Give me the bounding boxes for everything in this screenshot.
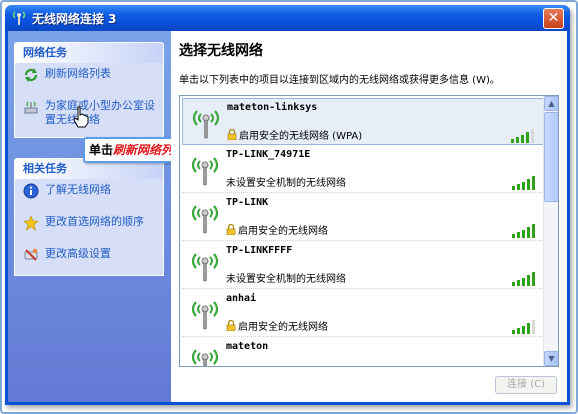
wireless-antenna-icon	[191, 253, 219, 282]
change-advanced-settings-link[interactable]: 更改高级设置	[15, 243, 163, 275]
network-ssid: TP-LINK_74971E	[226, 149, 311, 160]
callout-prefix: 单击	[89, 143, 114, 157]
close-icon: ✕	[547, 10, 560, 26]
refresh-network-list-label: 刷新网络列表	[45, 67, 111, 80]
refresh-network-list-link[interactable]: 刷新网络列表	[15, 63, 163, 95]
network-setup-icon	[24, 101, 38, 114]
signal-strength-icon	[511, 129, 534, 143]
lock-icon	[227, 129, 237, 140]
network-status: 启用安全的无线网络	[226, 318, 328, 333]
network-item-mateton-linksys[interactable]: mateton-linksys 启用安全的无线网络 (WPA)	[182, 98, 544, 145]
signal-strength-icon	[512, 272, 535, 286]
wireless-connection-window: 无线网络连接 3 ✕ 网络任务 刷新网络列表 为家庭或小型办公室设置无线网络 相…	[5, 5, 570, 405]
network-item-tp-linkffff[interactable]: TP-LINKFFFF 未设置安全机制的无线网络	[182, 242, 544, 289]
learn-wireless-link[interactable]: 了解无线网络	[15, 179, 163, 211]
change-advanced-settings-label: 更改高级设置	[45, 247, 111, 260]
title-bar[interactable]: 无线网络连接 3 ✕	[5, 5, 570, 31]
star-icon	[23, 215, 39, 231]
main-pane: 选择无线网络 单击以下列表中的项目以连接到区域内的无线网络或获得更多信息 (W)…	[171, 31, 567, 402]
lock-icon	[226, 224, 236, 235]
page-title: 选择无线网络	[179, 43, 263, 59]
info-icon	[23, 183, 39, 199]
wireless-antenna-icon	[192, 110, 220, 139]
scroll-thumb[interactable]	[544, 112, 558, 202]
connect-button[interactable]: 连接 (C)	[495, 376, 557, 394]
network-list-scrollbar[interactable]: ▲ ▼	[543, 96, 558, 366]
lock-icon	[226, 320, 236, 331]
setup-home-wireless-label: 为家庭或小型办公室设置无线网络	[45, 99, 155, 126]
wireless-antenna-icon	[191, 205, 219, 234]
refresh-icon	[24, 68, 38, 82]
wireless-antenna-icon	[191, 157, 219, 186]
change-preferred-order-link[interactable]: 更改首选网络的顺序	[15, 211, 163, 243]
window-client-area: 网络任务 刷新网络列表 为家庭或小型办公室设置无线网络 相关任务 了解无线网络 …	[8, 31, 567, 402]
learn-wireless-label: 了解无线网络	[45, 183, 111, 196]
network-ssid: mateton-linksys	[227, 102, 318, 113]
window-title: 无线网络连接 3	[32, 12, 117, 26]
network-status: 启用安全的无线网络	[226, 222, 328, 237]
hand-cursor-icon	[73, 106, 89, 128]
network-status-text: 启用安全的无线网络	[238, 322, 328, 333]
network-tasks-title: 网络任务	[15, 43, 163, 63]
scroll-down-button[interactable]: ▼	[544, 351, 558, 366]
network-item-anhai[interactable]: anhai 启用安全的无线网络	[182, 290, 544, 337]
related-tasks-box: 相关任务 了解无线网络 更改首选网络的顺序 更改高级设置	[14, 158, 164, 276]
scroll-up-button[interactable]: ▲	[544, 96, 558, 111]
network-list[interactable]: mateton-linksys 启用安全的无线网络 (WPA) TP-LINK_…	[179, 95, 559, 367]
network-status-text: 未设置安全机制的无线网络	[226, 178, 346, 189]
chevron-down-icon: ▼	[548, 354, 555, 363]
network-status-text: 启用安全的无线网络 (WPA)	[239, 131, 363, 142]
signal-strength-icon	[512, 224, 535, 238]
network-item-tp-link-74971e[interactable]: TP-LINK_74971E 未设置安全机制的无线网络	[182, 146, 544, 193]
network-status: 未设置安全机制的无线网络	[226, 174, 346, 189]
wireless-antenna-icon	[191, 349, 219, 366]
signal-strength-icon	[512, 320, 535, 334]
wireless-network-icon	[12, 11, 26, 25]
close-button[interactable]: ✕	[543, 8, 564, 29]
task-pane: 网络任务 刷新网络列表 为家庭或小型办公室设置无线网络 相关任务 了解无线网络 …	[8, 31, 171, 402]
network-item-mateton[interactable]: mateton	[182, 338, 544, 366]
network-status-text: 未设置安全机制的无线网络	[226, 274, 346, 285]
settings-icon	[24, 248, 38, 261]
instructions-text: 单击以下列表中的项目以连接到区域内的无线网络或获得更多信息 (W)。	[179, 75, 500, 86]
network-item-tp-link[interactable]: TP-LINK 启用安全的无线网络	[182, 194, 544, 241]
network-ssid: anhai	[226, 293, 257, 304]
network-status-text: 启用安全的无线网络	[238, 226, 328, 237]
network-ssid: mateton	[226, 341, 269, 352]
chevron-up-icon: ▲	[548, 99, 555, 108]
signal-strength-icon	[512, 176, 535, 190]
network-status: 启用安全的无线网络 (WPA)	[227, 127, 362, 142]
change-preferred-order-label: 更改首选网络的顺序	[45, 215, 144, 228]
network-status: 未设置安全机制的无线网络	[226, 270, 346, 285]
network-ssid: TP-LINKFFFF	[226, 245, 293, 256]
network-ssid: TP-LINK	[226, 197, 269, 208]
wireless-antenna-icon	[191, 301, 219, 330]
